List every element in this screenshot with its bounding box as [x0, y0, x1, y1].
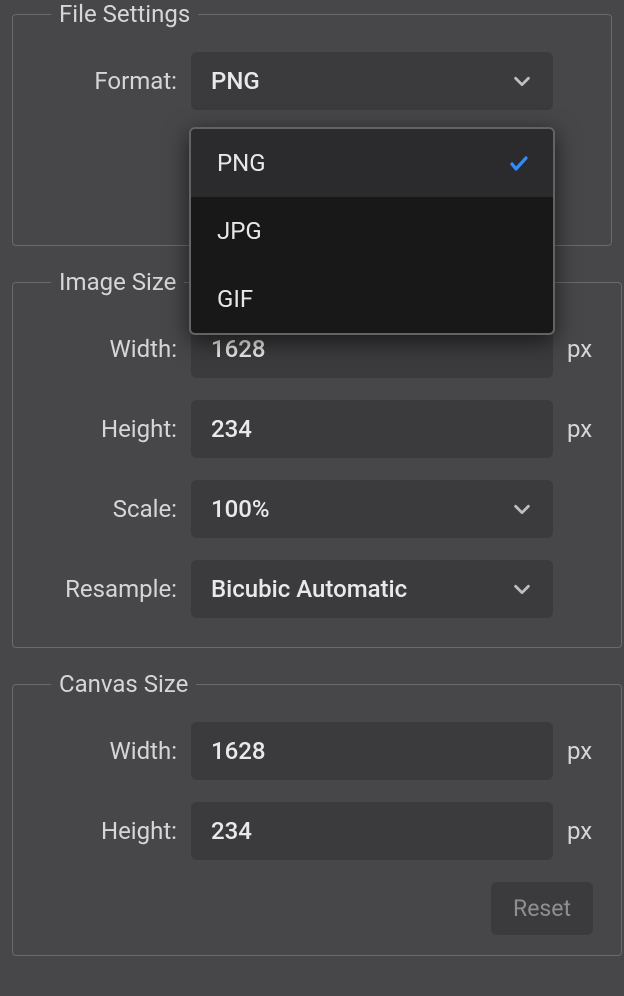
- canvas-height-label: Height:: [31, 817, 191, 845]
- reset-row: Reset: [31, 882, 603, 935]
- image-width-label: Width:: [31, 335, 191, 363]
- dropdown-item-label: PNG: [217, 149, 266, 177]
- chevron-down-icon: [511, 498, 533, 520]
- image-width-unit: px: [553, 335, 603, 363]
- reset-button[interactable]: Reset: [491, 882, 593, 935]
- image-height-unit: px: [553, 415, 603, 443]
- image-height-row: Height: px: [31, 400, 603, 458]
- canvas-width-unit: px: [553, 737, 603, 765]
- chevron-down-icon: [511, 578, 533, 600]
- canvas-height-input[interactable]: [191, 802, 553, 860]
- scale-label: Scale:: [31, 495, 191, 523]
- canvas-width-input[interactable]: [191, 722, 553, 780]
- scale-select-value: 100%: [211, 495, 270, 523]
- image-size-legend: Image Size: [51, 268, 184, 296]
- check-icon: [507, 151, 531, 175]
- format-select-value: PNG: [211, 67, 260, 95]
- dropdown-item-png[interactable]: PNG: [191, 129, 553, 197]
- canvas-size-group: Canvas Size Width: px Height: px Reset: [12, 670, 622, 956]
- resample-row: Resample: Bicubic Automatic: [31, 560, 603, 618]
- scale-row: Scale: 100%: [31, 480, 603, 538]
- canvas-height-unit: px: [553, 817, 603, 845]
- scale-select[interactable]: 100%: [191, 480, 553, 538]
- dropdown-item-label: JPG: [217, 217, 262, 245]
- resample-label: Resample:: [31, 575, 191, 603]
- chevron-down-icon: [511, 70, 533, 92]
- dropdown-item-gif[interactable]: GIF: [191, 265, 553, 333]
- resample-select[interactable]: Bicubic Automatic: [191, 560, 553, 618]
- canvas-width-label: Width:: [31, 737, 191, 765]
- format-label: Format:: [31, 67, 191, 95]
- image-height-input[interactable]: [191, 400, 553, 458]
- resample-select-value: Bicubic Automatic: [211, 575, 407, 603]
- file-settings-legend: File Settings: [51, 0, 198, 28]
- canvas-size-legend: Canvas Size: [51, 670, 196, 698]
- format-select[interactable]: PNG: [191, 52, 553, 110]
- format-dropdown[interactable]: PNG JPG GIF: [189, 127, 555, 335]
- dropdown-item-label: GIF: [217, 285, 253, 313]
- format-row: Format: PNG: [31, 52, 593, 110]
- canvas-height-row: Height: px: [31, 802, 603, 860]
- dropdown-item-jpg[interactable]: JPG: [191, 197, 553, 265]
- canvas-width-row: Width: px: [31, 722, 603, 780]
- image-height-label: Height:: [31, 415, 191, 443]
